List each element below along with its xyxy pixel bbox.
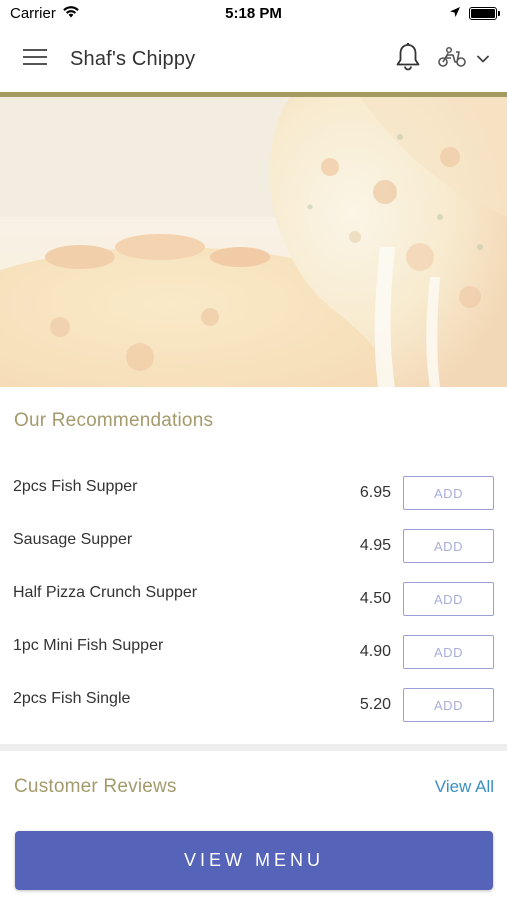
reviews-title: Customer Reviews [14, 776, 177, 797]
header-actions [395, 26, 507, 92]
bell-icon [395, 42, 421, 77]
notifications-button[interactable] [395, 42, 421, 77]
list-item: Half Pizza Crunch Supper 4.50 ADD [0, 568, 507, 621]
list-item: 2pcs Fish Supper 6.95 ADD [0, 462, 507, 515]
recommendations-list: 2pcs Fish Supper 6.95 ADD Sausage Supper… [0, 462, 507, 727]
hero-overlay [0, 97, 507, 387]
hamburger-menu-button[interactable] [0, 26, 70, 92]
scooter-icon [437, 46, 467, 73]
chevron-down-icon [477, 50, 489, 68]
item-price: 4.50 [359, 590, 391, 607]
view-all-reviews-link[interactable]: View All [435, 777, 494, 797]
add-button[interactable]: ADD [403, 476, 494, 510]
item-price: 4.95 [359, 537, 391, 554]
item-name: 2pcs Fish Single [13, 690, 131, 707]
hero-image [0, 97, 507, 387]
recommendations-title: Our Recommendations [14, 410, 214, 431]
item-name: Sausage Supper [13, 531, 133, 548]
item-name: Half Pizza Crunch Supper [13, 584, 198, 601]
location-arrow-icon [449, 5, 461, 22]
item-name: 1pc Mini Fish Supper [13, 637, 164, 654]
app-header: Shaf's Chippy [0, 26, 507, 92]
add-button[interactable]: ADD [403, 529, 494, 563]
item-price: 5.20 [359, 696, 391, 713]
status-left: Carrier [10, 5, 80, 22]
list-item: 1pc Mini Fish Supper 4.90 ADD [0, 621, 507, 674]
battery-icon [469, 6, 500, 20]
item-price: 4.90 [359, 643, 391, 660]
page-title: Shaf's Chippy [70, 47, 196, 70]
status-bar: Carrier 5:18 PM [0, 0, 507, 26]
hamburger-menu-icon [23, 48, 47, 71]
delivery-mode-selector[interactable] [437, 46, 489, 73]
add-button[interactable]: ADD [403, 582, 494, 616]
list-item: Sausage Supper 4.95 ADD [0, 515, 507, 568]
add-button[interactable]: ADD [403, 688, 494, 722]
item-price: 6.95 [359, 484, 391, 501]
list-item: 2pcs Fish Single 5.20 ADD [0, 674, 507, 727]
view-menu-button[interactable]: VIEW MENU [15, 831, 493, 890]
carrier-label: Carrier [10, 4, 56, 22]
status-right [449, 5, 500, 22]
section-divider [0, 744, 507, 751]
wifi-icon [62, 5, 80, 22]
add-button[interactable]: ADD [403, 635, 494, 669]
item-name: 2pcs Fish Supper [13, 478, 138, 495]
